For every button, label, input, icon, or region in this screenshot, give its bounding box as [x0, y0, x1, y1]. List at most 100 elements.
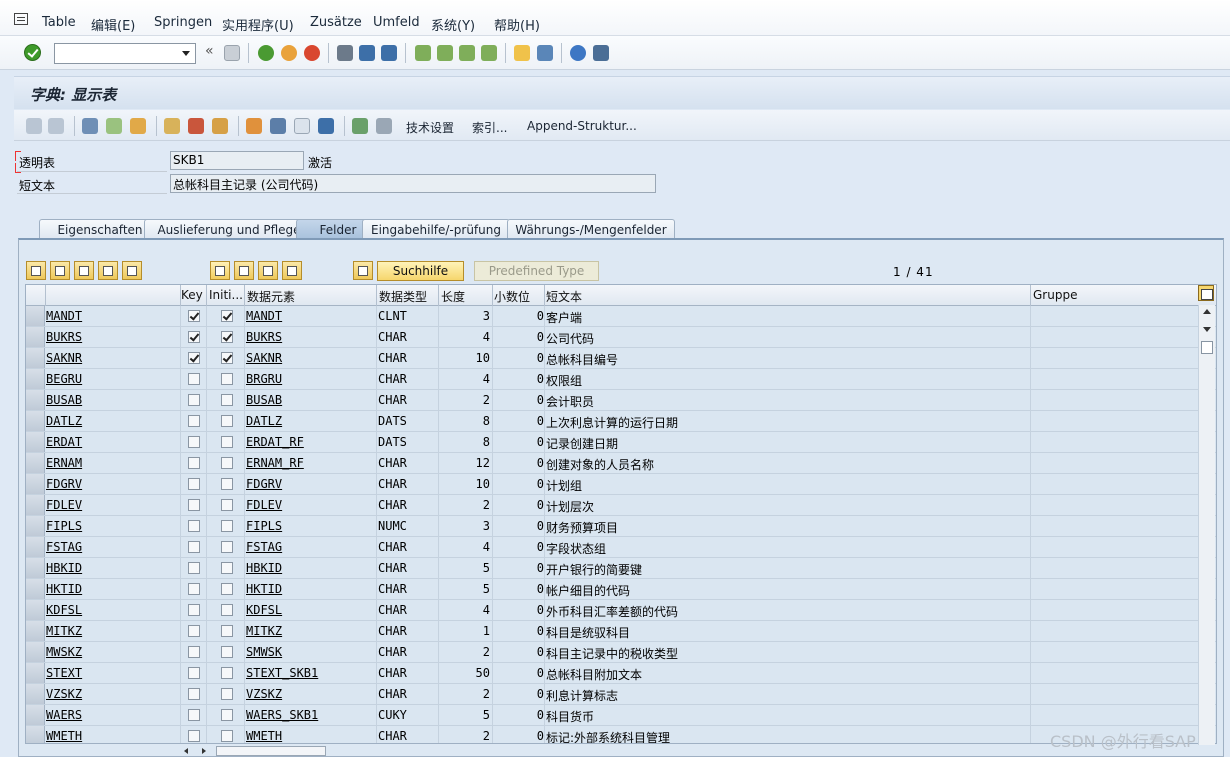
- data-element[interactable]: HKTID: [246, 582, 282, 596]
- short-text[interactable]: 标记:外部系统科目管理: [546, 729, 670, 743]
- row-selector[interactable]: [26, 369, 45, 389]
- info-icon[interactable]: [318, 118, 334, 134]
- layout-settings-icon[interactable]: [1198, 285, 1214, 301]
- data-element[interactable]: SAKNR: [246, 351, 282, 365]
- table-row[interactable]: BUSAB BUSAB CHAR 2 0 会计职员: [26, 390, 1216, 411]
- table-row[interactable]: VZSKZ VZSKZ CHAR 2 0 利息计算标志: [26, 684, 1216, 705]
- field-name[interactable]: WAERS: [46, 708, 82, 722]
- short-text-field[interactable]: 总帐科目主记录 (公司代码): [170, 174, 656, 193]
- data-type[interactable]: CUKY: [378, 708, 407, 722]
- data-element[interactable]: FIPLS: [246, 519, 282, 533]
- prev-page-icon[interactable]: [437, 45, 453, 61]
- key-checkbox[interactable]: [188, 688, 200, 700]
- key-checkbox[interactable]: [188, 415, 200, 427]
- key-checkbox[interactable]: [188, 562, 200, 574]
- table-row[interactable]: FSTAG FSTAG CHAR 4 0 字段状态组: [26, 537, 1216, 558]
- cancel-icon[interactable]: [304, 45, 320, 61]
- data-type[interactable]: NUMC: [378, 519, 407, 533]
- key-checkbox[interactable]: [188, 352, 200, 364]
- horizontal-scrollbar[interactable]: [180, 745, 330, 757]
- table-row[interactable]: BUKRS BUKRS CHAR 4 0 公司代码: [26, 327, 1216, 348]
- data-element[interactable]: HBKID: [246, 561, 282, 575]
- help-icon[interactable]: [570, 45, 586, 61]
- key-checkbox[interactable]: [188, 730, 200, 742]
- tab-input-help[interactable]: Eingabehilfe/-prüfung: [362, 219, 510, 239]
- row-selector[interactable]: [26, 432, 45, 452]
- field-name[interactable]: STEXT: [46, 666, 82, 680]
- short-text[interactable]: 会计职员: [546, 393, 594, 410]
- data-type[interactable]: CHAR: [378, 645, 407, 659]
- data-type[interactable]: CHAR: [378, 666, 407, 680]
- data-type[interactable]: CHAR: [378, 330, 407, 344]
- row-selector[interactable]: [26, 663, 45, 683]
- search-help-button[interactable]: Suchhilfe: [377, 261, 464, 281]
- table-grid-icon[interactable]: [376, 118, 392, 134]
- field-name[interactable]: MWSKZ: [46, 645, 82, 659]
- row-selector[interactable]: [26, 705, 45, 725]
- initial-checkbox[interactable]: [221, 310, 233, 322]
- data-type[interactable]: CHAR: [378, 372, 407, 386]
- activate-icon[interactable]: [130, 118, 146, 134]
- field-name[interactable]: HBKID: [46, 561, 82, 575]
- chevron-down-icon[interactable]: [182, 51, 190, 56]
- decimals[interactable]: 0: [494, 582, 544, 596]
- row-selector[interactable]: [26, 453, 45, 473]
- row-selector[interactable]: [26, 600, 45, 620]
- data-element[interactable]: BRGRU: [246, 372, 282, 386]
- collapse-up-icon[interactable]: [282, 261, 302, 280]
- decimals[interactable]: 0: [494, 666, 544, 680]
- command-field[interactable]: [54, 43, 196, 64]
- table-row[interactable]: MWSKZ SMWSK CHAR 2 0 科目主记录中的税收类型: [26, 642, 1216, 663]
- key-checkbox[interactable]: [188, 625, 200, 637]
- next-page-icon[interactable]: [459, 45, 475, 61]
- data-element[interactable]: WAERS_SKB1: [246, 708, 318, 722]
- length[interactable]: 5: [440, 708, 490, 722]
- header-group[interactable]: Gruppe: [1033, 288, 1077, 302]
- index-button[interactable]: 索引...: [472, 119, 507, 136]
- field-name[interactable]: ERDAT: [46, 435, 82, 449]
- predefined-type-button[interactable]: Predefined Type: [474, 261, 599, 281]
- edit-pencil-icon[interactable]: [188, 118, 204, 134]
- row-selector[interactable]: [26, 642, 45, 662]
- header-decimals[interactable]: 小数位: [494, 288, 530, 305]
- data-element[interactable]: ERNAM_RF: [246, 456, 304, 470]
- row-selector[interactable]: [26, 537, 45, 557]
- decimals[interactable]: 0: [494, 729, 544, 743]
- row-selector[interactable]: [26, 348, 45, 368]
- scroll-left-icon[interactable]: [184, 748, 188, 754]
- short-text[interactable]: 计划层次: [546, 498, 594, 515]
- short-text[interactable]: 上次利息计算的运行日期: [546, 414, 678, 431]
- menu-edit[interactable]: 编辑(E): [91, 15, 135, 34]
- key-checkbox[interactable]: [188, 373, 200, 385]
- row-selector[interactable]: [26, 516, 45, 536]
- technical-settings-button[interactable]: 技术设置: [406, 119, 454, 136]
- header-initial[interactable]: Initi...: [209, 288, 243, 302]
- decimals[interactable]: 0: [494, 624, 544, 638]
- menu-extras[interactable]: Zusätze: [310, 15, 362, 30]
- data-type[interactable]: CLNT: [378, 309, 407, 323]
- short-text[interactable]: 总帐科目编号: [546, 351, 618, 368]
- length[interactable]: 2: [440, 645, 490, 659]
- data-type[interactable]: CHAR: [378, 498, 407, 512]
- initial-checkbox[interactable]: [221, 520, 233, 532]
- data-type[interactable]: CHAR: [378, 393, 407, 407]
- length[interactable]: 2: [440, 393, 490, 407]
- row-selector[interactable]: [26, 411, 45, 431]
- table-row[interactable]: HKTID HKTID CHAR 5 0 帐户细目的代码: [26, 579, 1216, 600]
- initial-checkbox[interactable]: [221, 604, 233, 616]
- data-type[interactable]: CHAR: [378, 561, 407, 575]
- decimals[interactable]: 0: [494, 435, 544, 449]
- key-checkbox[interactable]: [188, 709, 200, 721]
- length[interactable]: 1: [440, 624, 490, 638]
- initial-checkbox[interactable]: [221, 331, 233, 343]
- sap-menu-icon[interactable]: [14, 13, 28, 25]
- initial-checkbox[interactable]: [221, 541, 233, 553]
- field-name[interactable]: DATLZ: [46, 414, 82, 428]
- short-text[interactable]: 权限组: [546, 372, 582, 389]
- append-structure-button[interactable]: Append-Struktur...: [527, 119, 637, 133]
- table-row[interactable]: FDLEV FDLEV CHAR 2 0 计划层次: [26, 495, 1216, 516]
- data-element[interactable]: STEXT_SKB1: [246, 666, 318, 680]
- table-row[interactable]: MANDT MANDT CLNT 3 0 客户端: [26, 306, 1216, 327]
- key-checkbox[interactable]: [188, 457, 200, 469]
- decimals[interactable]: 0: [494, 372, 544, 386]
